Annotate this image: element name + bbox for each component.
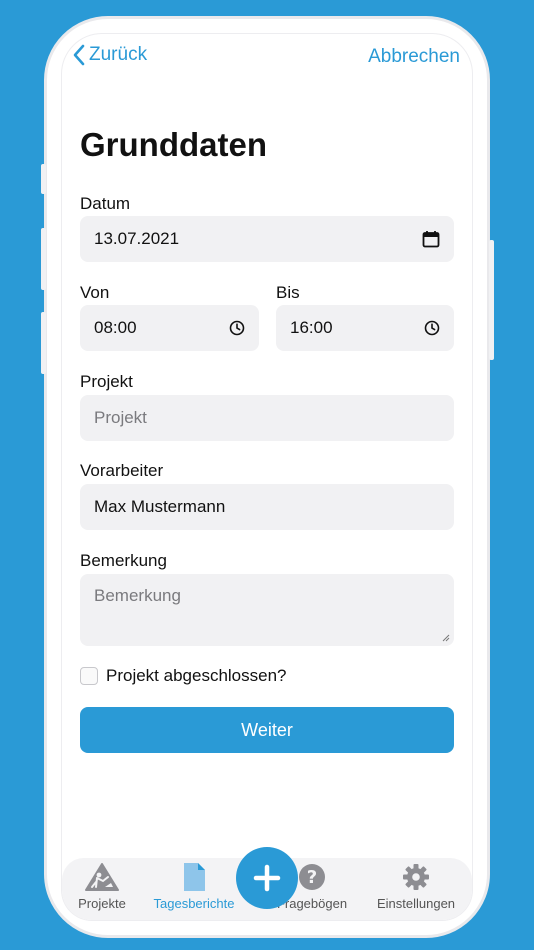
tab-einstellungen[interactable]: Einstellungen bbox=[370, 862, 462, 911]
app-screen: Zurück Abbrechen Grunddaten Datum 13.07.… bbox=[62, 34, 472, 920]
back-button[interactable]: Zurück bbox=[72, 44, 147, 66]
von-value: 08:00 bbox=[94, 318, 137, 337]
calendar-icon[interactable] bbox=[422, 230, 440, 248]
bis-value: 16:00 bbox=[290, 318, 333, 337]
svg-text:?: ? bbox=[307, 867, 317, 888]
document-icon bbox=[184, 863, 205, 891]
datum-value: 13.07.2021 bbox=[94, 229, 180, 248]
phone-side-button bbox=[41, 164, 46, 194]
chevron-left-icon bbox=[73, 44, 85, 66]
clock-icon[interactable] bbox=[229, 320, 245, 336]
vorarbeiter-label: Vorarbeiter bbox=[80, 461, 164, 480]
checkbox-label[interactable]: Projekt abgeschlossen? bbox=[106, 666, 287, 686]
question-icon: ? bbox=[299, 864, 325, 890]
von-input[interactable]: 08:00 bbox=[80, 305, 259, 351]
gear-icon bbox=[403, 864, 429, 890]
resize-handle-icon[interactable] bbox=[442, 634, 450, 642]
bemerkung-textarea[interactable]: Bemerkung bbox=[80, 574, 454, 646]
tab-label: Tagesberichte bbox=[153, 896, 235, 911]
vorarbeiter-input[interactable]: Max Mustermann bbox=[80, 484, 454, 530]
datum-label: Datum bbox=[80, 194, 131, 213]
cancel-button[interactable]: Abbrechen bbox=[368, 46, 460, 68]
bemerkung-label: Bemerkung bbox=[80, 551, 167, 570]
von-label: Von bbox=[80, 283, 110, 302]
projekt-label: Projekt bbox=[80, 372, 133, 391]
tab-projekte[interactable]: Projekte bbox=[62, 862, 148, 911]
projekt-input[interactable]: Projekt bbox=[80, 395, 454, 441]
tab-label: Einstellungen bbox=[376, 896, 456, 911]
projekt-placeholder: Projekt bbox=[94, 408, 147, 427]
add-button[interactable] bbox=[236, 847, 298, 909]
bis-label: Bis bbox=[276, 283, 300, 302]
phone-side-button bbox=[489, 240, 494, 360]
plus-icon bbox=[253, 864, 281, 892]
top-navigation: Zurück Abbrechen bbox=[62, 34, 472, 84]
phone-side-button bbox=[41, 228, 46, 290]
back-label: Zurück bbox=[89, 44, 148, 65]
clock-icon[interactable] bbox=[424, 320, 440, 336]
page-title: Grunddaten bbox=[80, 126, 267, 163]
phone-side-button bbox=[41, 312, 46, 374]
tab-tagesberichte[interactable]: Tagesberichte bbox=[148, 862, 240, 911]
bemerkung-placeholder: Bemerkung bbox=[94, 586, 181, 605]
weiter-button[interactable]: Weiter bbox=[80, 707, 454, 753]
construction-icon bbox=[85, 863, 119, 891]
bis-input[interactable]: 16:00 bbox=[276, 305, 454, 351]
vorarbeiter-value: Max Mustermann bbox=[94, 497, 226, 516]
datum-input[interactable]: 13.07.2021 bbox=[80, 216, 454, 262]
tab-label: Projekte bbox=[78, 896, 126, 911]
projekt-abgeschlossen-checkbox[interactable] bbox=[80, 667, 98, 685]
